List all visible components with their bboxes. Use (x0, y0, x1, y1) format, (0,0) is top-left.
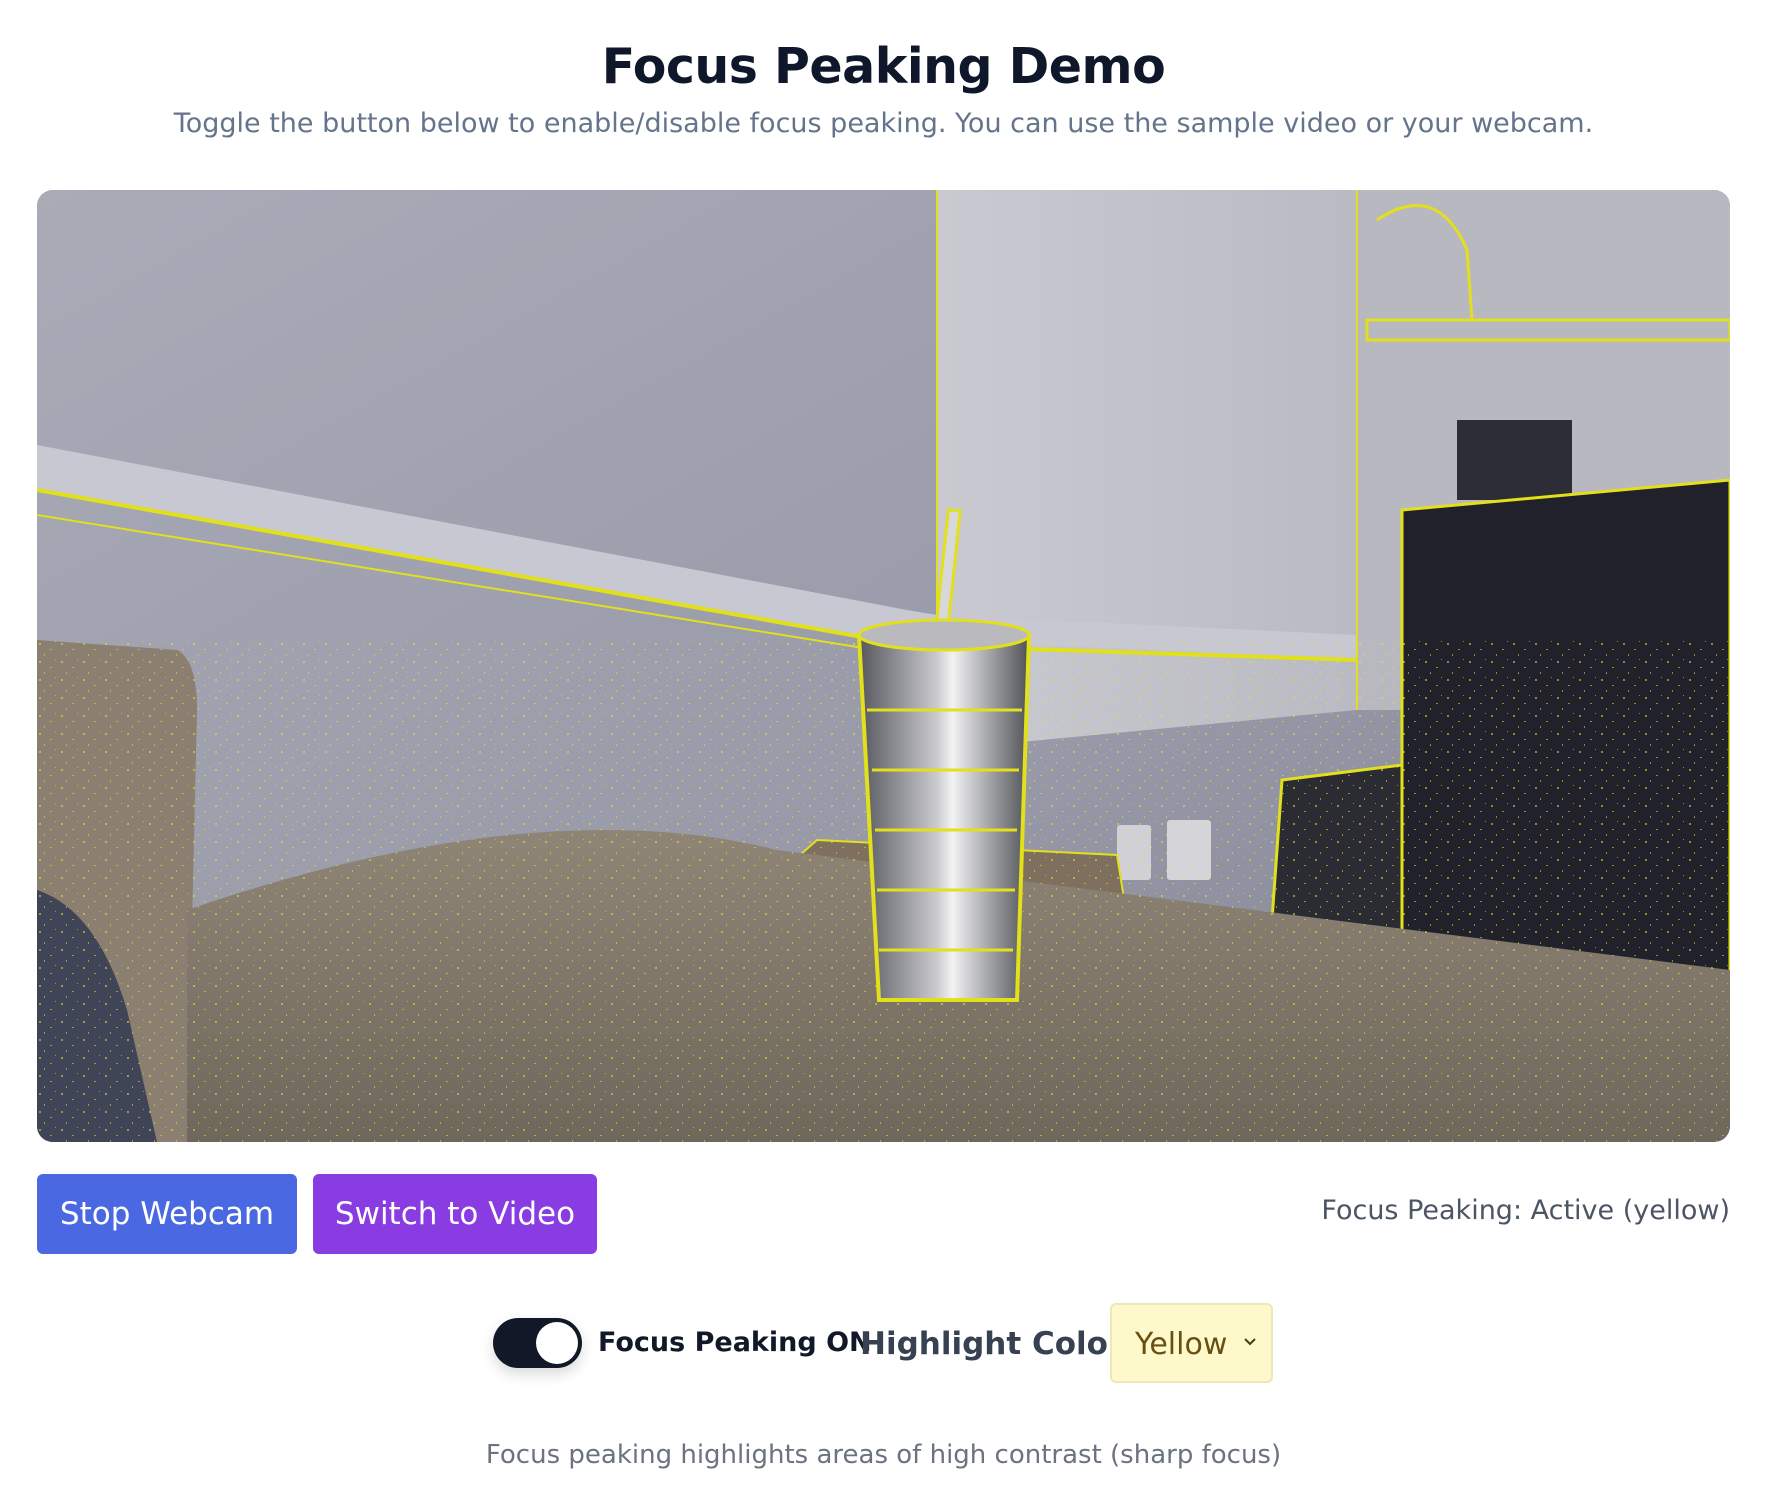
highlight-color-label: Highlight Color: (860, 1326, 1136, 1362)
chevron-down-icon (1244, 1338, 1256, 1346)
footer-note: Focus peaking highlights areas of high c… (485, 1440, 1282, 1470)
video-preview (37, 190, 1730, 1142)
webcam-frame-image (37, 190, 1730, 1142)
toggle-knob (536, 1322, 578, 1364)
focus-peaking-toggle[interactable] (493, 1318, 582, 1368)
focus-peaking-toggle-label: Focus Peaking ON (598, 1327, 872, 1358)
page: Focus Peaking Demo Toggle the button bel… (0, 0, 1767, 1497)
highlight-color-value: Yellow (1135, 1327, 1228, 1362)
peaking-controls: Focus Peaking ON Highlight Color: Yellow (0, 1303, 1767, 1385)
highlight-color-select[interactable]: Yellow (1110, 1303, 1273, 1383)
page-title: Focus Peaking Demo (601, 38, 1166, 95)
stop-webcam-button[interactable]: Stop Webcam (37, 1174, 297, 1254)
page-subtitle: Toggle the button below to enable/disabl… (173, 108, 1594, 139)
focus-peaking-status: Focus Peaking: Active (yellow) (1321, 1195, 1730, 1226)
switch-to-video-button[interactable]: Switch to Video (313, 1174, 597, 1254)
